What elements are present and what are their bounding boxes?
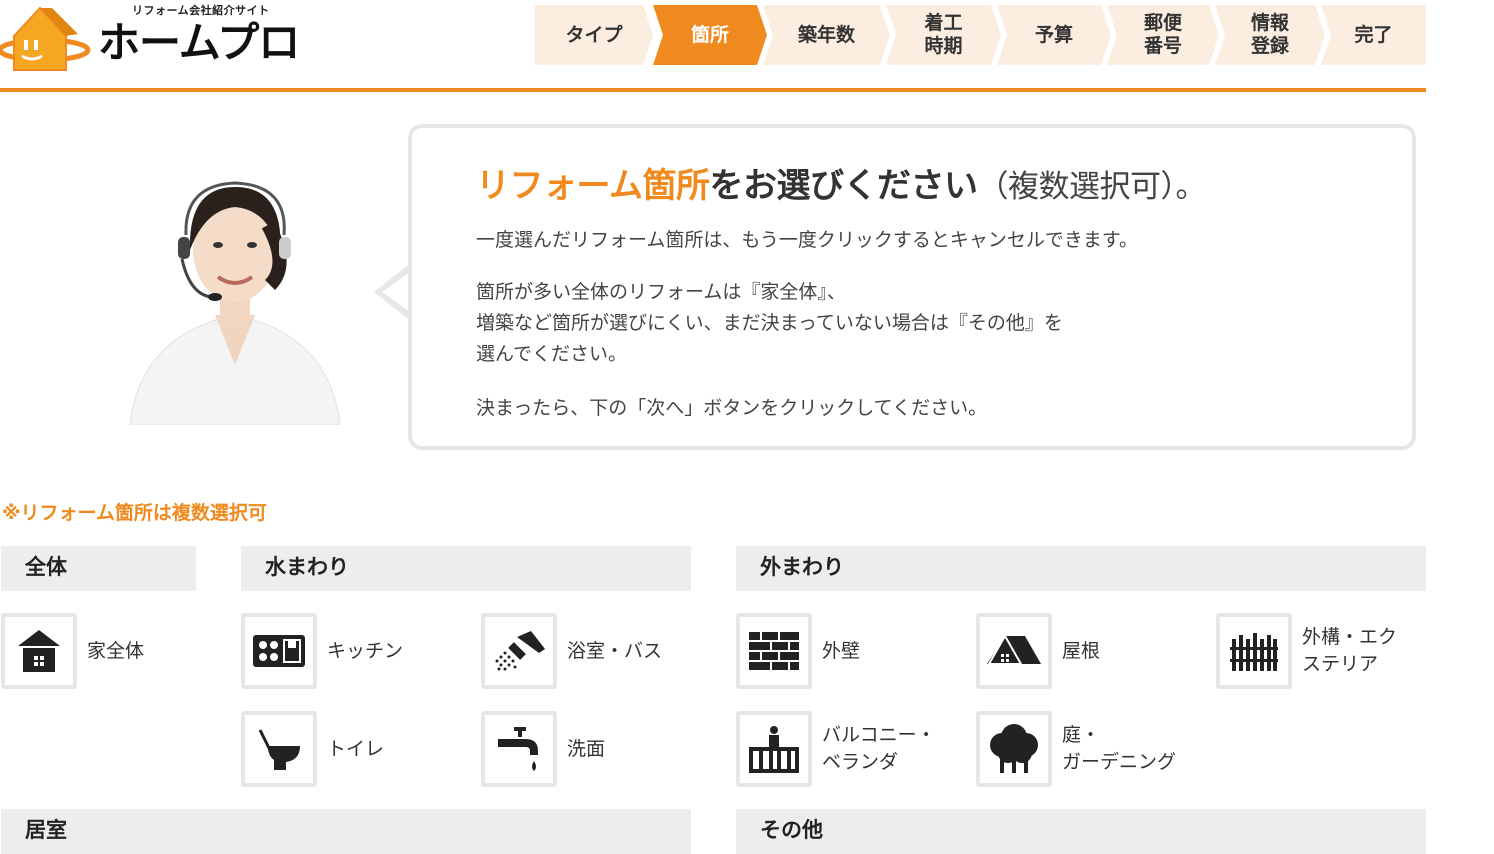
instruction-line-2a: 箇所が多い全体のリフォームは『家全体』、: [476, 281, 846, 303]
instruction-line-2c: 選んでください。: [476, 343, 628, 365]
shower-icon: [495, 631, 545, 671]
step-complete: 完了: [1321, 5, 1426, 65]
logo-name: ホームプロ: [98, 18, 300, 67]
operator-photo: [129, 181, 341, 425]
logo-tagline: リフォーム会社紹介サイト: [132, 4, 270, 17]
step-info-registration: 情報 登録: [1215, 5, 1325, 65]
instruction-line-1: 一度選んだリフォーム箇所は、もう一度クリックするとキャンセルできます。: [476, 229, 1138, 251]
item-toilet[interactable]: トイレ: [241, 711, 457, 787]
item-exterior-wall[interactable]: 外壁: [736, 613, 952, 689]
site-logo[interactable]: リフォーム会社紹介サイト ホームプロ: [0, 0, 330, 88]
item-bath[interactable]: 浴室・バス: [481, 613, 697, 689]
fence-icon: [1230, 633, 1278, 671]
multi-select-note: ※リフォーム箇所は複数選択可: [2, 502, 267, 524]
item-balcony[interactable]: バルコニー・ ベランダ: [736, 711, 952, 787]
progress-steps: タイプ 箇所 築年数 着工 時期 予算 郵便 番号 情報 登録 完了: [535, 5, 1426, 65]
category-exterior: 外まわり: [736, 546, 1426, 591]
faucet-icon: [498, 727, 538, 771]
step-budget: 予算: [997, 5, 1111, 65]
kitchen-stove-icon: [253, 635, 305, 667]
instruction-bubble: リフォーム箇所をお選びください（複数選択可）。 一度選んだリフォーム箇所は、もう…: [408, 124, 1416, 450]
item-whole-house[interactable]: 家全体: [1, 613, 217, 689]
header-divider: [0, 88, 1426, 92]
category-interior: 居室: [1, 809, 691, 854]
step-postal-code: 郵便 番号: [1107, 5, 1219, 65]
step-location: 箇所: [653, 5, 767, 65]
house-icon: [18, 630, 60, 672]
step-building-age: 築年数: [763, 5, 890, 65]
tree-icon: [990, 724, 1038, 773]
step-type: タイプ: [535, 5, 653, 65]
category-other: その他: [736, 809, 1426, 854]
category-water: 水まわり: [241, 546, 691, 591]
category-whole: 全体: [1, 546, 196, 591]
toilet-icon: [258, 729, 300, 770]
instruction-title: リフォーム箇所をお選びください（複数選択可）。: [476, 166, 1206, 206]
instruction-line-2b: 増築など箇所が選びにくい、まだ決まっていない場合は『その他』を: [476, 312, 1063, 334]
item-garden[interactable]: 庭・ ガーデニング: [976, 711, 1192, 787]
item-washroom[interactable]: 洗面: [481, 711, 697, 787]
instruction-line-3: 決まったら、下の「次へ」ボタンをクリックしてください。: [476, 397, 988, 419]
item-roof[interactable]: 屋根: [976, 613, 1192, 689]
item-kitchen[interactable]: キッチン: [241, 613, 457, 689]
item-exterior-construction[interactable]: 外構・エク ステリア: [1216, 613, 1432, 689]
roof-icon: [987, 634, 1041, 665]
house-logo-icon: [0, 6, 91, 71]
balcony-icon: [749, 726, 799, 773]
brick-wall-icon: [749, 632, 799, 670]
step-start-time: 着工 時期: [886, 5, 1001, 65]
